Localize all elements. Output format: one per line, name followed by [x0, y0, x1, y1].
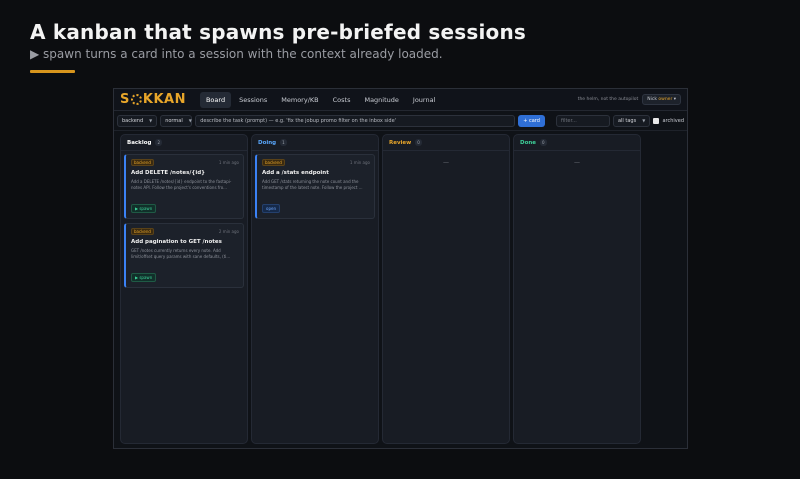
chevron-down-icon: ▼: [149, 118, 153, 123]
card-tag: backend: [131, 159, 154, 166]
topbar-right: the helm, not the autopilot Nick owner ▾: [578, 94, 681, 105]
spawn-button[interactable]: ▶ spawn: [131, 273, 157, 282]
column-doing: Doing 1 backend 1 min ago Add a /stats e…: [251, 134, 379, 444]
column-body: backend 1 min ago Add a /stats endpoint …: [252, 151, 378, 222]
main-nav: Board Sessions Memory/KB Costs Magnitude…: [199, 91, 441, 108]
nav-journal[interactable]: Journal: [407, 92, 441, 108]
card-description: GET /notes currently returns every note.…: [131, 248, 231, 259]
column-body: backend 1 min ago Add DELETE /notes/{id}…: [121, 151, 247, 291]
app-logo[interactable]: S KKAN: [120, 92, 186, 107]
column-title: Review: [389, 139, 412, 146]
column-header: Doing 1: [252, 135, 378, 151]
filter-input[interactable]: filter...: [555, 114, 610, 127]
nav-sessions[interactable]: Sessions: [233, 92, 273, 108]
hero-title: A kanban that spawns pre-briefed session…: [30, 20, 527, 44]
column-review: Review 0 —: [382, 134, 510, 444]
column-backlog: Backlog 2 backend 1 min ago Add DELETE /…: [120, 134, 248, 444]
user-menu[interactable]: Nick owner ▾: [642, 94, 681, 105]
logo-suffix: KKAN: [142, 92, 186, 107]
column-count: 1: [280, 139, 287, 146]
card-tag: backend: [131, 228, 154, 235]
spawn-button[interactable]: ▶ spawn: [131, 204, 157, 213]
card-description: Add GET /stats returning the note count …: [262, 179, 363, 190]
card-tag: backend: [262, 159, 285, 166]
project-select[interactable]: backend ▼: [117, 114, 158, 127]
column-empty-placeholder: —: [574, 159, 580, 166]
hero-subtitle: ▶ spawn turns a card into a session with…: [30, 47, 443, 61]
priority-select-value: normal: [165, 117, 183, 124]
column-title: Done: [520, 139, 536, 146]
column-done: Done 0 —: [513, 134, 641, 444]
column-count: 0: [415, 139, 422, 146]
column-count: 2: [155, 139, 162, 146]
priority-select[interactable]: normal ▼: [160, 114, 193, 127]
toolbar: backend ▼ normal ▼ describe the task (pr…: [114, 111, 687, 131]
app-window: S KKAN Board Sessions Memory/KB Costs Ma…: [113, 88, 688, 449]
kanban-card[interactable]: backend 1 min ago Add DELETE /notes/{id}…: [124, 154, 244, 219]
top-bar: S KKAN Board Sessions Memory/KB Costs Ma…: [114, 89, 687, 111]
add-card-button[interactable]: + card: [518, 114, 545, 127]
kanban-board: Backlog 2 backend 1 min ago Add DELETE /…: [120, 134, 641, 444]
column-count: 0: [540, 139, 547, 146]
column-header: Backlog 2: [121, 135, 247, 151]
kanban-card[interactable]: backend 2 min ago Add pagination to GET …: [124, 223, 244, 288]
chevron-down-icon: ▼: [642, 118, 646, 123]
card-title: Add a /stats endpoint: [262, 170, 329, 176]
card-actions: open: [262, 195, 370, 214]
archived-checkbox[interactable]: [653, 117, 660, 124]
column-title: Doing: [258, 139, 277, 146]
nav-memory-kb[interactable]: Memory/KB: [275, 92, 324, 108]
card-title: Add DELETE /notes/{id}: [131, 170, 206, 176]
card-meta: backend 1 min ago: [131, 159, 239, 166]
column-title: Backlog: [127, 139, 152, 146]
archived-toggle[interactable]: archived: [653, 117, 684, 124]
project-select-value: backend: [122, 117, 144, 124]
chevron-down-icon: ▼: [188, 118, 192, 123]
column-header: Review 0: [383, 135, 509, 151]
card-title: Add pagination to GET /notes: [131, 239, 222, 245]
card-timestamp: 1 min ago: [349, 160, 370, 165]
logo-prefix: S: [120, 92, 130, 107]
card-meta: backend 1 min ago: [262, 159, 370, 166]
user-role: owner: [658, 97, 673, 102]
nav-costs[interactable]: Costs: [327, 92, 357, 108]
nav-magnitude[interactable]: Magnitude: [358, 92, 404, 108]
column-empty-placeholder: —: [443, 159, 449, 166]
hero-accent-bar: [30, 70, 75, 73]
chevron-down-icon: ▾: [673, 97, 676, 102]
tags-select-value: all tags: [617, 117, 637, 124]
app-tagline: the helm, not the autopilot: [577, 97, 639, 102]
card-timestamp: 1 min ago: [218, 160, 239, 165]
kanban-card[interactable]: backend 1 min ago Add a /stats endpoint …: [255, 154, 375, 219]
tags-select[interactable]: all tags ▼: [612, 114, 651, 127]
task-prompt-input[interactable]: describe the task (prompt) — e.g. 'fix t…: [195, 114, 516, 127]
card-description: Add a DELETE /notes/{id} endpoint to the…: [131, 179, 232, 190]
card-meta: backend 2 min ago: [131, 228, 239, 235]
nav-board[interactable]: Board: [199, 91, 232, 108]
card-actions: ▶ spawn: [131, 195, 239, 214]
card-actions: ▶ spawn: [131, 264, 239, 283]
archived-label: archived: [662, 117, 684, 124]
card-timestamp: 2 min ago: [218, 229, 239, 234]
column-header: Done 0: [514, 135, 640, 151]
gear-icon: [130, 94, 142, 105]
user-name: Nick: [647, 97, 657, 102]
open-session-button[interactable]: open: [262, 204, 280, 213]
